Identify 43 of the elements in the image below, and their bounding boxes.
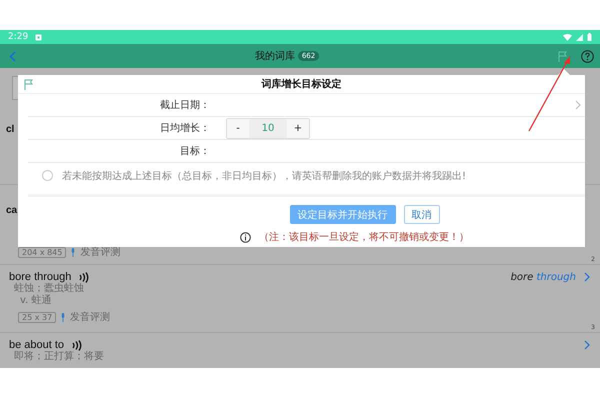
- flag-icon[interactable]: [558, 50, 567, 62]
- confirm-button[interactable]: 设定目标并开始执行: [290, 205, 396, 224]
- field-label: 日均增长：: [159, 122, 210, 135]
- info-icon: [240, 232, 251, 242]
- word-title: bore through: [9, 271, 72, 283]
- dialog-title: 词库增长目标设定: [262, 77, 342, 91]
- size-tag: 204 x 845: [18, 246, 66, 258]
- flag-icon: [24, 78, 33, 90]
- stepper-value[interactable]: 10: [249, 118, 287, 138]
- increment-button[interactable]: +: [287, 118, 309, 138]
- speaker-icon[interactable]: [79, 272, 90, 282]
- pronunciation-link[interactable]: 发音评测: [80, 245, 120, 259]
- decrement-button[interactable]: -: [227, 118, 249, 138]
- battery-icon: [587, 33, 592, 41]
- pledge-text: 若未能按期达成上述目标（总目标，非日均目标），请英语帮删除我的账户数据并将我踢出!: [62, 170, 466, 183]
- back-icon[interactable]: [9, 50, 16, 62]
- page-title: 我的词库: [254, 50, 295, 63]
- pronunciation-link[interactable]: 发音评测: [70, 310, 110, 324]
- word-meaning: v. 蛀通: [20, 295, 52, 307]
- chevron-right-icon[interactable]: [584, 272, 590, 282]
- status-time: 2:29: [8, 32, 28, 42]
- notification-icon: [35, 34, 42, 40]
- word-title: be about to: [9, 339, 64, 351]
- pledge-radio[interactable]: [42, 170, 53, 181]
- daily-growth-stepper[interactable]: - 10 +: [226, 118, 310, 138]
- field-label: 目标：: [179, 144, 210, 158]
- microphone-icon: [71, 248, 76, 256]
- speaker-icon[interactable]: [72, 340, 82, 350]
- wifi-icon: [563, 34, 572, 40]
- word-meaning: 蛀蚀；蠹虫蛀蚀: [14, 283, 85, 294]
- chevron-right-icon[interactable]: [575, 100, 581, 110]
- help-icon[interactable]: [581, 50, 594, 62]
- word-title: ca: [6, 205, 18, 216]
- size-tag: 25 x 37: [18, 312, 56, 322]
- field-label: 截止日期：: [159, 98, 210, 112]
- word-title: cl: [6, 124, 14, 135]
- cancel-button[interactable]: 取消: [404, 205, 440, 224]
- signal-icon: [576, 34, 583, 40]
- warning-note: （注：该目标一旦设定，将不可撤销或变更！）: [259, 230, 469, 244]
- example-phrase: bore through: [510, 272, 576, 282]
- microphone-icon: [61, 312, 66, 322]
- chevron-right-icon[interactable]: [584, 340, 590, 350]
- word-meaning: 即将；正打算；将要: [14, 351, 105, 363]
